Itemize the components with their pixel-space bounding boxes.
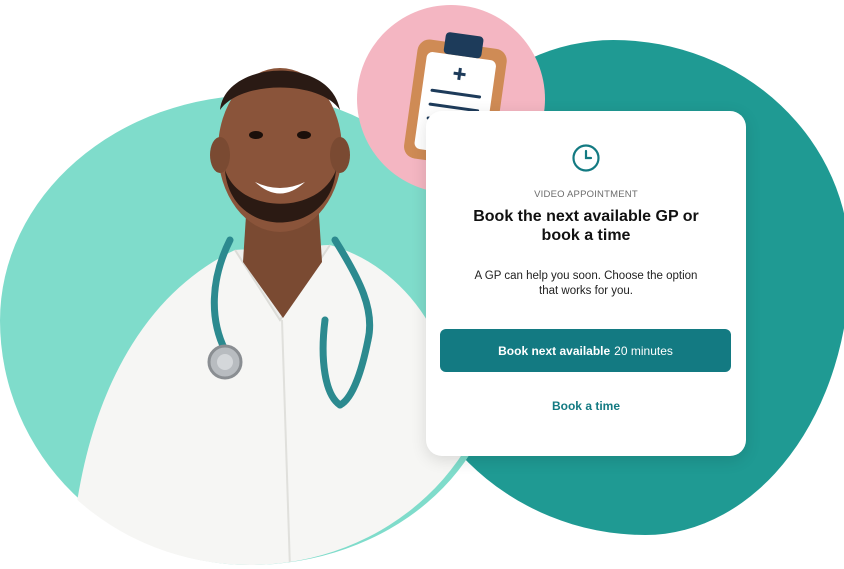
book-next-available-label: Book next available: [498, 343, 611, 358]
book-a-time-button[interactable]: Book a time: [426, 398, 746, 414]
appointment-type-label: VIDEO APPOINTMENT: [534, 189, 638, 200]
appointment-card: VIDEO APPOINTMENT Book the next availabl…: [426, 111, 746, 456]
card-title: Book the next available GP or book a tim…: [473, 208, 699, 244]
wait-time-label: 20 minutes: [614, 343, 673, 358]
book-next-available-button[interactable]: Book next available 20 minutes: [440, 329, 731, 372]
hero-scene: VIDEO APPOINTMENT Book the next availabl…: [0, 0, 844, 569]
card-description: A GP can help you soon. Choose the optio…: [474, 270, 698, 297]
clock-icon: [572, 144, 600, 172]
